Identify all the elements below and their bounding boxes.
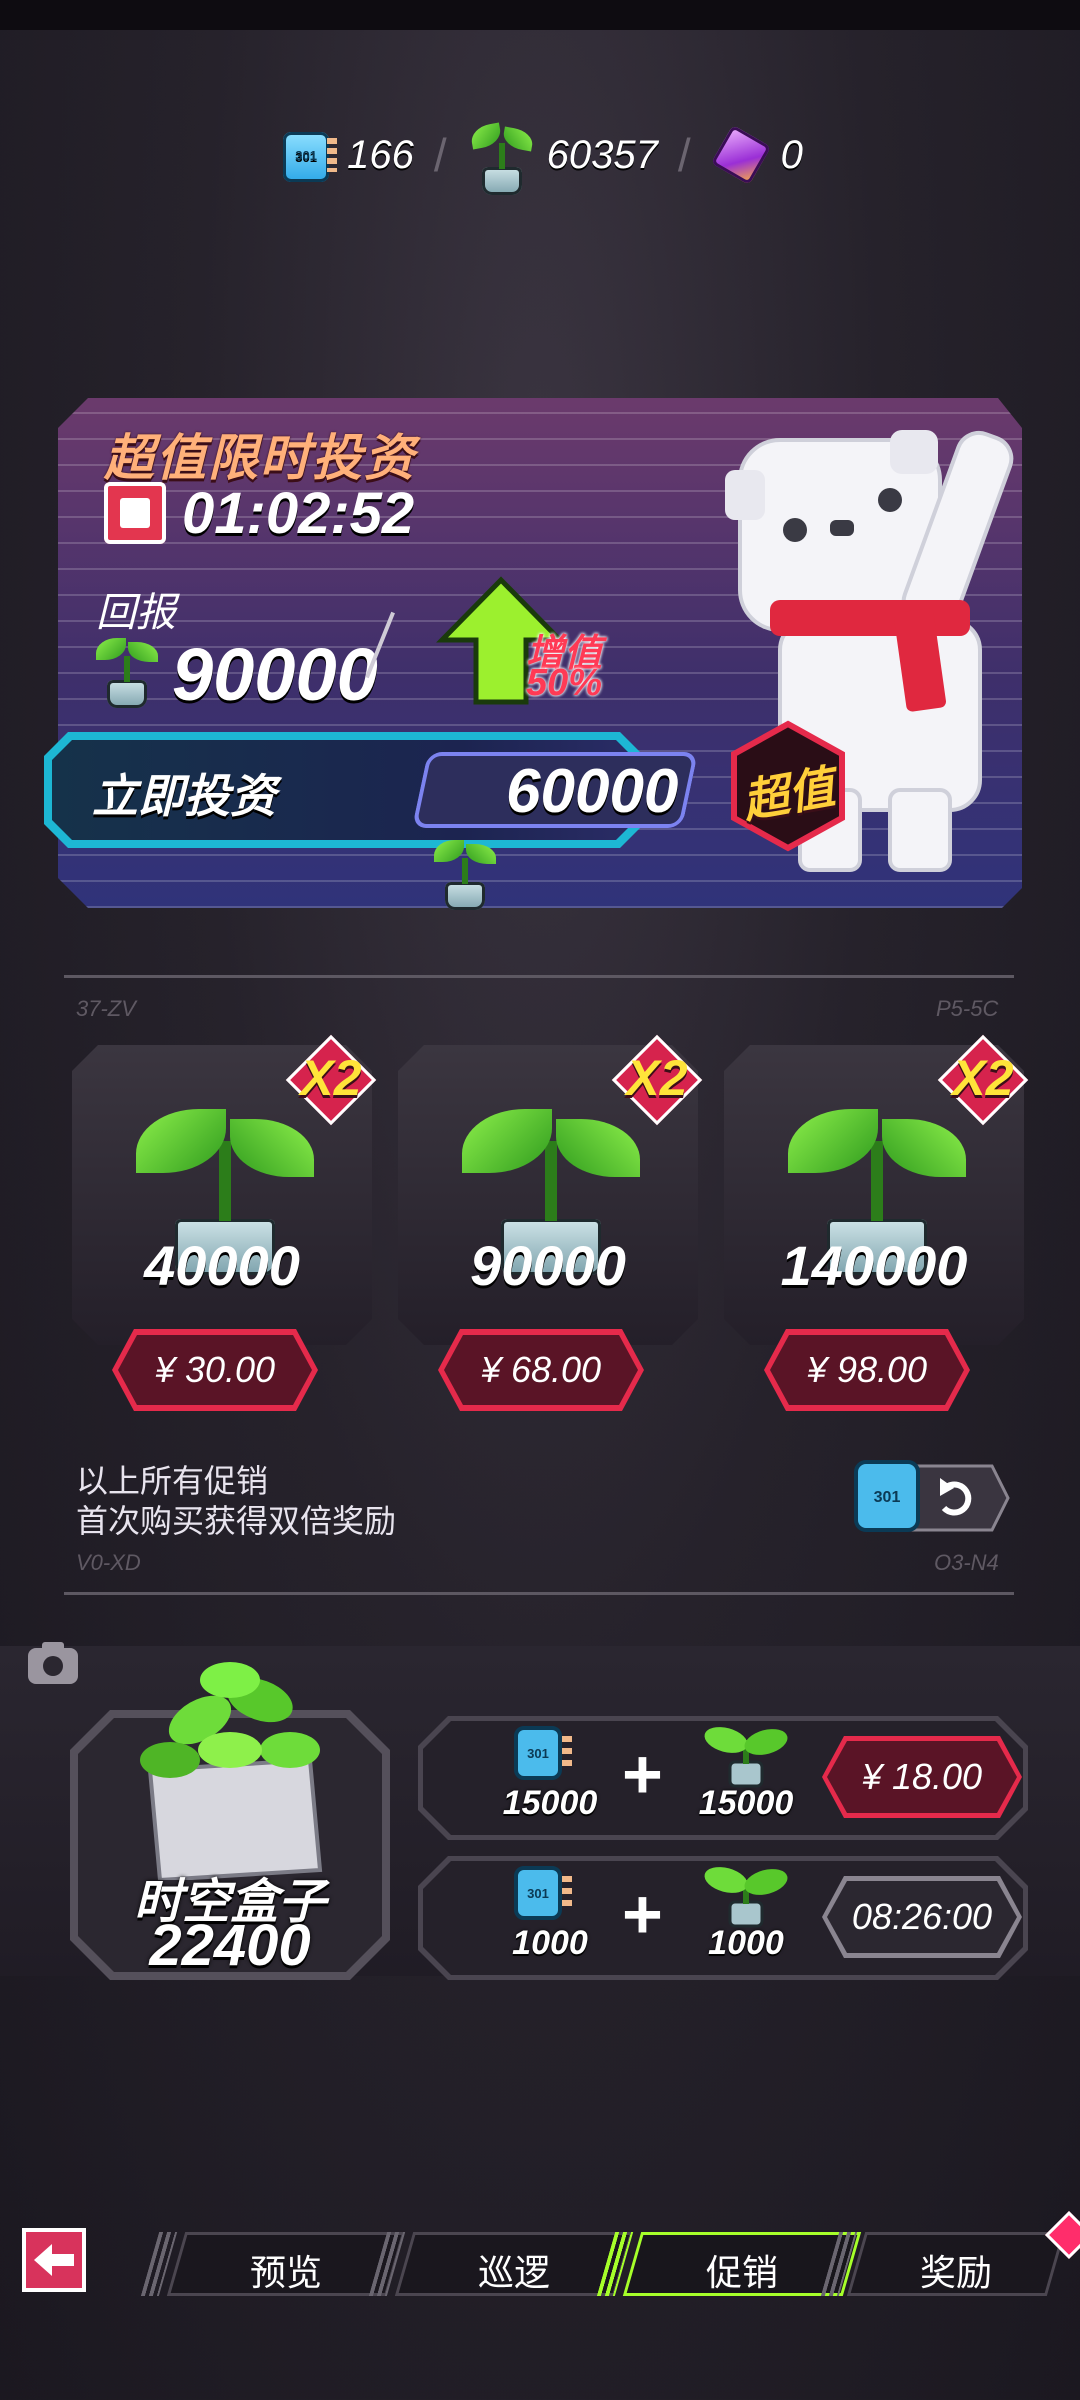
investment-timer: 01:02:52 xyxy=(182,481,415,546)
code-label: P5-5C xyxy=(936,996,999,1021)
currency-bar: 301 166 / 60357 / 0 xyxy=(0,110,1080,200)
sprout-amount: 1000 xyxy=(708,1924,784,1962)
pack-card[interactable]: X2 90000 xyxy=(398,1034,703,1345)
tab-promotions[interactable]: 促销 xyxy=(596,2232,862,2296)
chip-icon: 301 xyxy=(514,1726,572,1780)
status-bar xyxy=(0,0,1080,30)
tab-preview[interactable]: 预览 xyxy=(140,2232,406,2296)
bundle-row: 301 15000 + 15000 ¥ 18.00 xyxy=(418,1716,1028,1840)
sprout-icon xyxy=(704,1867,788,1928)
sprout-icon xyxy=(467,115,537,195)
pack-card[interactable]: X2 40000 xyxy=(72,1034,377,1345)
plus-icon: + xyxy=(622,1735,663,1813)
svg-text:301: 301 xyxy=(874,1489,901,1506)
sprout-icon xyxy=(704,1727,788,1788)
separator: / xyxy=(677,129,691,181)
section-divider xyxy=(64,1592,1014,1595)
sprout-currency: 60357 xyxy=(467,115,658,195)
section-divider xyxy=(64,975,1014,978)
pack-amount: 40000 xyxy=(144,1234,300,1297)
chip-icon: 301 xyxy=(277,124,338,186)
pack-card[interactable]: X2 140000 xyxy=(724,1034,1029,1345)
tab-rewards[interactable]: 奖励 xyxy=(820,2232,1066,2296)
buy-pack-button[interactable]: ¥ 30.00 xyxy=(112,1329,318,1411)
buy-pack-button[interactable]: ¥ 68.00 xyxy=(438,1329,644,1411)
pack-amount: 140000 xyxy=(780,1234,968,1297)
cube-icon xyxy=(710,124,771,186)
code-label: V0-XD xyxy=(76,1550,141,1575)
chip-amount: 15000 xyxy=(502,1784,598,1822)
arrow-left-icon xyxy=(34,2244,74,2276)
invest-now-label: 立即投资 xyxy=(92,770,276,822)
separator: / xyxy=(433,129,447,181)
refresh-button[interactable]: 301 xyxy=(852,1458,1010,1538)
plus-icon: + xyxy=(622,1875,663,1953)
reward-amount: 90000 xyxy=(172,633,378,716)
chip-icon: 301 xyxy=(514,1866,572,1920)
chip-currency-value: 166 xyxy=(347,132,414,177)
code-label: O3-N4 xyxy=(934,1550,999,1575)
code-label: 37-ZV xyxy=(76,996,136,1021)
chip-amount: 1000 xyxy=(512,1924,588,1962)
pack-amount: 90000 xyxy=(470,1234,626,1297)
invest-price: 60000 xyxy=(506,757,679,826)
svg-text:301: 301 xyxy=(527,1886,549,1901)
box-plant-icon xyxy=(140,1662,323,1880)
sprout-amount: 15000 xyxy=(698,1784,794,1822)
bonus-percent: 50% xyxy=(526,662,603,704)
bundle-row: 301 1000 + 1000 08:26:00 xyxy=(418,1856,1028,1980)
sprout-currency-value: 60357 xyxy=(546,132,658,177)
bundle-cooldown-timer: 08:26:00 xyxy=(822,1876,1022,1958)
chip-currency: 301 166 xyxy=(277,124,414,186)
box-amount: 22400 xyxy=(149,1913,311,1978)
camera-icon[interactable] xyxy=(26,1640,80,1686)
cube-currency: 0 xyxy=(710,124,803,186)
buy-pack-button[interactable]: ¥ 98.00 xyxy=(764,1329,970,1411)
timer-icon xyxy=(104,482,166,544)
svg-text:301: 301 xyxy=(527,1746,549,1761)
cube-currency-value: 0 xyxy=(780,132,803,177)
tab-patrol[interactable]: 巡逻 xyxy=(368,2232,634,2296)
sprout-icon xyxy=(430,830,500,910)
promo-note-line2: 首次购买获得双倍奖励 xyxy=(76,1503,397,1539)
back-button[interactable] xyxy=(22,2228,86,2292)
buy-bundle-button[interactable]: ¥ 18.00 xyxy=(822,1736,1022,1818)
sprout-icon xyxy=(92,628,162,708)
